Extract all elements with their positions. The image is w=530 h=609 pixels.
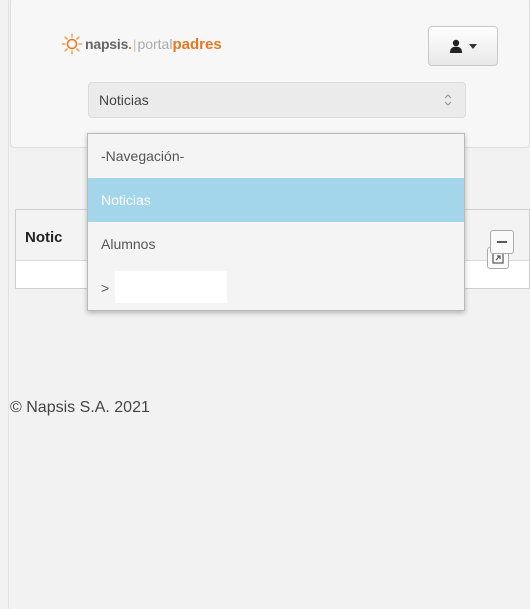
navigation-dropdown-list: -Navegación- Noticias Alumnos >	[87, 133, 465, 311]
logo-dot: .	[128, 36, 133, 52]
page: { "header": { "logo": { "brand": "napsis…	[0, 0, 530, 609]
caret-down-icon	[469, 43, 477, 49]
collapse-icon	[497, 241, 507, 243]
option-alumnos[interactable]: Alumnos	[88, 222, 464, 266]
user-icon	[450, 39, 462, 53]
option-navegacion[interactable]: -Navegación-	[88, 134, 464, 178]
navigation-select[interactable]: Noticias	[88, 82, 466, 118]
logo-separator: |	[133, 36, 137, 52]
logo-portal: portal	[137, 36, 173, 52]
logo-product: padres	[172, 35, 222, 53]
user-menu-button[interactable]	[428, 26, 498, 66]
left-border-line	[8, 0, 9, 609]
copyright-text: © Napsis S.A. 2021	[10, 399, 150, 416]
navigation-select-value: Noticias	[99, 92, 149, 108]
header-bar: napsis. | portal padres Noticias	[10, 0, 530, 148]
napsis-logo[interactable]: napsis. | portal padres	[61, 33, 222, 55]
option-noticias[interactable]: Noticias	[88, 178, 464, 222]
logo-brand: napsis	[85, 36, 129, 52]
select-arrows-icon	[444, 94, 452, 106]
redacted-name-block	[115, 271, 228, 304]
sun-logo-icon	[61, 33, 83, 55]
collapse-button[interactable]	[490, 230, 514, 254]
option-label: Noticias	[101, 192, 151, 208]
option-student[interactable]: >	[88, 266, 464, 310]
option-label: Alumnos	[101, 236, 156, 252]
option-label: >	[101, 280, 110, 296]
option-label: -Navegación-	[101, 148, 185, 164]
